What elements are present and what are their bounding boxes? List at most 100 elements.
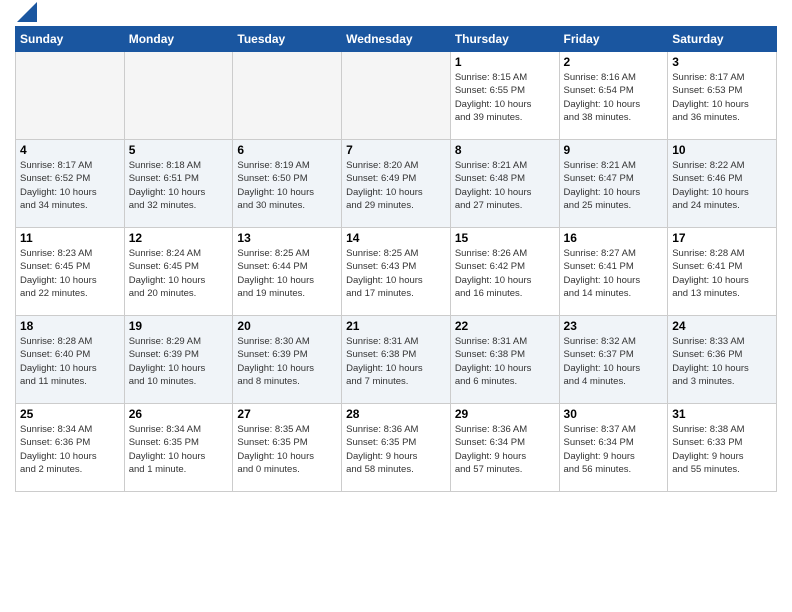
day-info: Sunrise: 8:28 AMSunset: 6:41 PMDaylight:… (672, 247, 772, 300)
day-number: 17 (672, 231, 772, 245)
calendar-cell: 1 Sunrise: 8:15 AMSunset: 6:55 PMDaylight… (450, 52, 559, 140)
calendar-cell (233, 52, 342, 140)
calendar-cell (342, 52, 451, 140)
day-number: 31 (672, 407, 772, 421)
day-info: Sunrise: 8:21 AMSunset: 6:48 PMDaylight:… (455, 159, 555, 212)
day-info: Sunrise: 8:21 AMSunset: 6:47 PMDaylight:… (564, 159, 664, 212)
calendar-week-row: 11 Sunrise: 8:23 AMSunset: 6:45 PMDayligh… (16, 228, 777, 316)
calendar-cell: 14Sunrise: 8:25 AMSunset: 6:43 PMDayligh… (342, 228, 451, 316)
calendar-cell: 27 Sunrise: 8:35 AMSunset: 6:35 PMDayligh… (233, 404, 342, 492)
day-info: Sunrise: 8:35 AMSunset: 6:35 PMDaylight:… (237, 423, 337, 476)
day-number: 22 (455, 319, 555, 333)
day-number: 10 (672, 143, 772, 157)
day-number: 12 (129, 231, 229, 245)
day-number: 26 (129, 407, 229, 421)
calendar-cell: 15Sunrise: 8:26 AMSunset: 6:42 PMDayligh… (450, 228, 559, 316)
calendar-header-saturday: Saturday (668, 27, 777, 52)
calendar-cell: 18Sunrise: 8:28 AMSunset: 6:40 PMDayligh… (16, 316, 125, 404)
calendar-header-wednesday: Wednesday (342, 27, 451, 52)
day-info: Sunrise: 8:34 AMSunset: 6:35 PMDaylight:… (129, 423, 229, 476)
calendar-week-row: 1 Sunrise: 8:15 AMSunset: 6:55 PMDaylight… (16, 52, 777, 140)
calendar-cell: 26 Sunrise: 8:34 AMSunset: 6:35 PMDayligh… (124, 404, 233, 492)
day-number: 9 (564, 143, 664, 157)
day-info: Sunrise: 8:37 AMSunset: 6:34 PMDaylight:… (564, 423, 664, 476)
day-number: 4 (20, 143, 120, 157)
day-info: Sunrise: 8:27 AMSunset: 6:41 PMDaylight:… (564, 247, 664, 300)
day-number: 28 (346, 407, 446, 421)
calendar-cell: 31 Sunrise: 8:38 AMSunset: 6:33 PMDayligh… (668, 404, 777, 492)
day-number: 5 (129, 143, 229, 157)
day-number: 14 (346, 231, 446, 245)
day-info: Sunrise: 8:38 AMSunset: 6:33 PMDaylight:… (672, 423, 772, 476)
day-info: Sunrise: 8:17 AMSunset: 6:52 PMDaylight:… (20, 159, 120, 212)
calendar-cell: 16 Sunrise: 8:27 AMSunset: 6:41 PMDayligh… (559, 228, 668, 316)
day-number: 23 (564, 319, 664, 333)
day-info: Sunrise: 8:16 AMSunset: 6:54 PMDaylight:… (564, 71, 664, 124)
day-info: Sunrise: 8:23 AMSunset: 6:45 PMDaylight:… (20, 247, 120, 300)
calendar-header-sunday: Sunday (16, 27, 125, 52)
calendar-cell: 29 Sunrise: 8:36 AMSunset: 6:34 PMDayligh… (450, 404, 559, 492)
calendar-cell: 19 Sunrise: 8:29 AMSunset: 6:39 PMDayligh… (124, 316, 233, 404)
day-info: Sunrise: 8:31 AMSunset: 6:38 PMDaylight:… (455, 335, 555, 388)
calendar-header-friday: Friday (559, 27, 668, 52)
logo-triangle-icon (17, 2, 37, 22)
day-info: Sunrise: 8:25 AMSunset: 6:44 PMDaylight:… (237, 247, 337, 300)
day-number: 11 (20, 231, 120, 245)
day-number: 27 (237, 407, 337, 421)
day-info: Sunrise: 8:24 AMSunset: 6:45 PMDaylight:… (129, 247, 229, 300)
day-info: Sunrise: 8:31 AMSunset: 6:38 PMDaylight:… (346, 335, 446, 388)
day-info: Sunrise: 8:30 AMSunset: 6:39 PMDaylight:… (237, 335, 337, 388)
day-number: 7 (346, 143, 446, 157)
day-number: 2 (564, 55, 664, 69)
calendar-cell: 24Sunrise: 8:33 AMSunset: 6:36 PMDayligh… (668, 316, 777, 404)
logo (15, 10, 37, 22)
day-info: Sunrise: 8:15 AMSunset: 6:55 PMDaylight:… (455, 71, 555, 124)
calendar-cell: 23 Sunrise: 8:32 AMSunset: 6:37 PMDayligh… (559, 316, 668, 404)
day-number: 1 (455, 55, 555, 69)
day-number: 21 (346, 319, 446, 333)
day-info: Sunrise: 8:34 AMSunset: 6:36 PMDaylight:… (20, 423, 120, 476)
day-number: 20 (237, 319, 337, 333)
calendar-cell: 6Sunrise: 8:19 AMSunset: 6:50 PMDaylight… (233, 140, 342, 228)
day-info: Sunrise: 8:18 AMSunset: 6:51 PMDaylight:… (129, 159, 229, 212)
day-info: Sunrise: 8:36 AMSunset: 6:34 PMDaylight:… (455, 423, 555, 476)
calendar-cell: 13Sunrise: 8:25 AMSunset: 6:44 PMDayligh… (233, 228, 342, 316)
day-number: 24 (672, 319, 772, 333)
calendar-cell: 4 Sunrise: 8:17 AMSunset: 6:52 PMDaylight… (16, 140, 125, 228)
calendar-cell: 11 Sunrise: 8:23 AMSunset: 6:45 PMDayligh… (16, 228, 125, 316)
day-info: Sunrise: 8:22 AMSunset: 6:46 PMDaylight:… (672, 159, 772, 212)
day-info: Sunrise: 8:20 AMSunset: 6:49 PMDaylight:… (346, 159, 446, 212)
header (15, 10, 777, 22)
calendar-cell: 10 Sunrise: 8:22 AMSunset: 6:46 PMDayligh… (668, 140, 777, 228)
day-number: 18 (20, 319, 120, 333)
day-number: 25 (20, 407, 120, 421)
calendar-page: SundayMondayTuesdayWednesdayThursdayFrid… (0, 0, 792, 612)
calendar-week-row: 18Sunrise: 8:28 AMSunset: 6:40 PMDayligh… (16, 316, 777, 404)
day-info: Sunrise: 8:32 AMSunset: 6:37 PMDaylight:… (564, 335, 664, 388)
calendar-week-row: 25 Sunrise: 8:34 AMSunset: 6:36 PMDayligh… (16, 404, 777, 492)
calendar-cell: 21 Sunrise: 8:31 AMSunset: 6:38 PMDayligh… (342, 316, 451, 404)
calendar-cell: 9 Sunrise: 8:21 AMSunset: 6:47 PMDaylight… (559, 140, 668, 228)
day-info: Sunrise: 8:29 AMSunset: 6:39 PMDaylight:… (129, 335, 229, 388)
calendar-header-row: SundayMondayTuesdayWednesdayThursdayFrid… (16, 27, 777, 52)
day-number: 15 (455, 231, 555, 245)
calendar-cell (124, 52, 233, 140)
day-number: 30 (564, 407, 664, 421)
calendar-cell: 12 Sunrise: 8:24 AMSunset: 6:45 PMDayligh… (124, 228, 233, 316)
day-number: 19 (129, 319, 229, 333)
calendar-header-monday: Monday (124, 27, 233, 52)
day-info: Sunrise: 8:19 AMSunset: 6:50 PMDaylight:… (237, 159, 337, 212)
calendar-cell: 17 Sunrise: 8:28 AMSunset: 6:41 PMDayligh… (668, 228, 777, 316)
day-number: 29 (455, 407, 555, 421)
calendar-header-tuesday: Tuesday (233, 27, 342, 52)
calendar-cell: 8Sunrise: 8:21 AMSunset: 6:48 PMDaylight… (450, 140, 559, 228)
calendar-cell: 7 Sunrise: 8:20 AMSunset: 6:49 PMDaylight… (342, 140, 451, 228)
calendar-table: SundayMondayTuesdayWednesdayThursdayFrid… (15, 26, 777, 492)
day-info: Sunrise: 8:17 AMSunset: 6:53 PMDaylight:… (672, 71, 772, 124)
calendar-cell: 28 Sunrise: 8:36 AMSunset: 6:35 PMDayligh… (342, 404, 451, 492)
calendar-week-row: 4 Sunrise: 8:17 AMSunset: 6:52 PMDaylight… (16, 140, 777, 228)
calendar-cell (16, 52, 125, 140)
calendar-header-thursday: Thursday (450, 27, 559, 52)
day-number: 16 (564, 231, 664, 245)
day-info: Sunrise: 8:36 AMSunset: 6:35 PMDaylight:… (346, 423, 446, 476)
